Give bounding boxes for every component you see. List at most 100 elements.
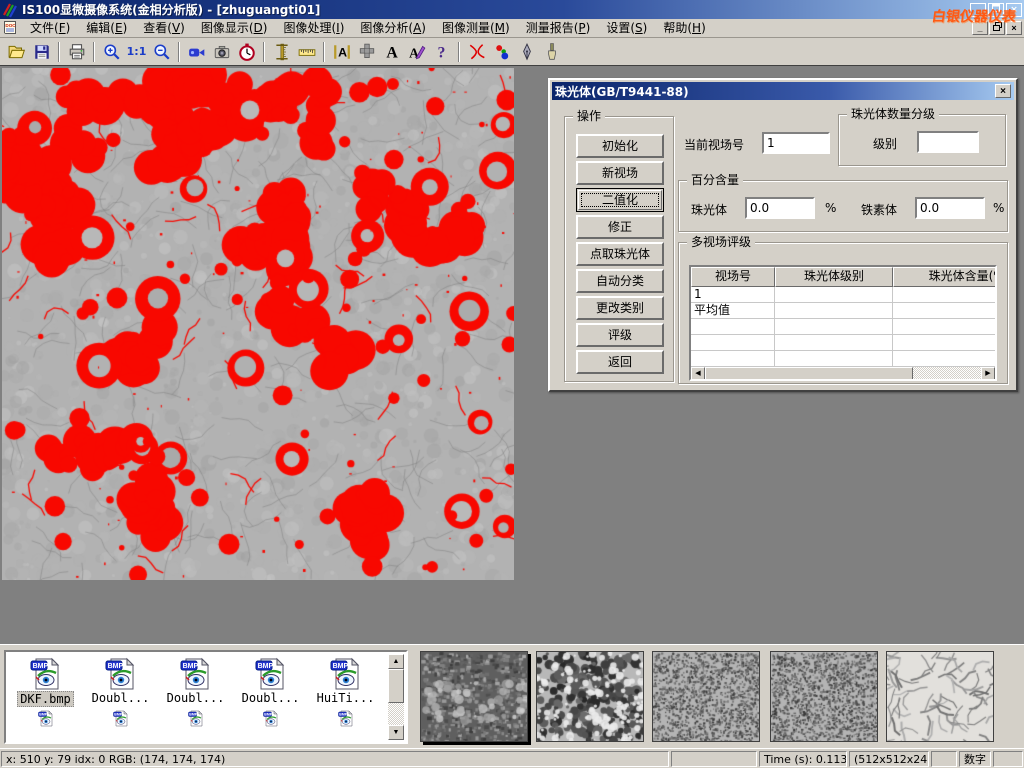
file-item[interactable]: BMP [233, 707, 308, 727]
table-cell: 0.0 [893, 287, 997, 303]
phase-particles-icon[interactable] [489, 40, 514, 64]
text-label-icon[interactable]: A [379, 40, 404, 64]
dialog-button-6[interactable]: 自动分类 [576, 269, 664, 293]
svg-text:BMP: BMP [182, 663, 198, 670]
file-item[interactable]: BMP [83, 707, 158, 727]
pearlite-percent-input[interactable] [745, 197, 815, 219]
dialog-button-8[interactable]: 评级 [576, 323, 664, 347]
mdi-restore-button[interactable] [989, 21, 1005, 35]
svg-text:BMP: BMP [39, 713, 47, 717]
image-thumbnail[interactable] [536, 651, 644, 742]
actual-size-icon[interactable]: 1:1 [124, 40, 149, 64]
file-item[interactable]: BMP [308, 707, 383, 727]
minimize-button[interactable]: _ [970, 3, 986, 17]
zoom-out-icon[interactable] [149, 40, 174, 64]
dialog-button-7[interactable]: 更改类别 [576, 296, 664, 320]
image-grid-icon[interactable] [354, 40, 379, 64]
table-row[interactable] [691, 351, 995, 367]
vscroll-thumb[interactable] [388, 669, 404, 703]
table-cell: 平均值 [691, 303, 775, 319]
table-hscrollbar[interactable]: ◀ ▶ [691, 367, 995, 381]
rating-table-header: 视场号珠光体级别珠光体含量(%)铁素体含量(%) [691, 267, 995, 287]
measure-text-icon[interactable]: A [329, 40, 354, 64]
scroll-up-icon[interactable]: ▲ [388, 654, 404, 669]
pearlite-unit: % [825, 201, 836, 215]
dialog-title-bar[interactable]: 珠光体(GB/T9441-88) × [552, 82, 1014, 100]
file-item[interactable]: BMPDKF.bmp [8, 654, 83, 707]
ferrite-percent-input[interactable] [915, 197, 985, 219]
video-camera-icon[interactable] [184, 40, 209, 64]
menu-item[interactable]: 编辑(E) [78, 19, 135, 37]
mdi-minimize-button[interactable]: _ [972, 21, 988, 35]
file-item[interactable]: BMP Doubl... [158, 654, 233, 707]
table-row[interactable]: 平均值 0.0 [691, 303, 995, 319]
file-item[interactable]: BMPDoubl... [83, 654, 158, 707]
dialog-button-2[interactable]: 新视场 [576, 161, 664, 185]
dialog-button-1[interactable]: 初始化 [576, 134, 664, 158]
help-icon[interactable]: ? [429, 40, 454, 64]
close-button[interactable]: × [1006, 3, 1022, 17]
table-row[interactable] [691, 319, 995, 335]
svg-text:A: A [386, 44, 398, 60]
menu-item[interactable]: 图像显示(D) [193, 19, 276, 37]
zoom-in-icon[interactable] [99, 40, 124, 64]
caliper-icon[interactable] [269, 40, 294, 64]
dialog-button-5[interactable]: 点取珠光体 [576, 242, 664, 266]
rating-table: 视场号珠光体级别珠光体含量(%)铁素体含量(%) 10.0平均值 0.0 ◀ ▶ [689, 265, 997, 381]
menu-item[interactable]: 设置(S) [598, 19, 655, 37]
file-item[interactable]: BMP [8, 707, 83, 727]
menu-item[interactable]: 测量报告(P) [518, 19, 599, 37]
scroll-right-icon[interactable]: ▶ [981, 367, 995, 381]
file-list-vscrollbar[interactable]: ▲ ▼ [388, 654, 404, 740]
table-header-cell[interactable]: 视场号 [691, 267, 775, 287]
menu-item[interactable]: 图像处理(I) [275, 19, 352, 37]
timer-icon[interactable] [234, 40, 259, 64]
status-segment: 数字 [959, 751, 991, 767]
grade-level-input[interactable] [917, 131, 979, 153]
app-logo-icon [2, 2, 18, 18]
file-item[interactable]: BMPHuiTi... [308, 654, 383, 707]
maximize-button[interactable] [988, 3, 1004, 17]
ruler-icon[interactable] [294, 40, 319, 64]
dialog-close-button[interactable]: × [995, 84, 1011, 98]
current-view-input[interactable] [762, 132, 830, 154]
menu-item[interactable]: 帮助(H) [655, 19, 713, 37]
table-row[interactable] [691, 335, 995, 351]
file-name: Doubl... [165, 691, 227, 705]
print-icon[interactable] [64, 40, 89, 64]
curve-measure-icon[interactable] [464, 40, 489, 64]
hscroll-track[interactable] [913, 367, 981, 381]
table-row[interactable]: 10.0 [691, 287, 995, 303]
menu-item[interactable]: 图像分析(A) [352, 19, 434, 37]
open-file-icon[interactable] [4, 40, 29, 64]
save-icon[interactable] [29, 40, 54, 64]
table-header-cell[interactable]: 珠光体级别 [775, 267, 893, 287]
table-cell: 0.0 [893, 303, 997, 319]
table-header-cell[interactable]: 珠光体含量(%) [893, 267, 997, 287]
image-thumbnail[interactable] [770, 651, 878, 742]
fill-brush-icon[interactable] [539, 40, 564, 64]
dialog-button-9[interactable]: 返回 [576, 350, 664, 374]
dialog-button-3[interactable]: 二值化 [576, 188, 664, 212]
hscroll-thumb[interactable] [705, 367, 913, 381]
status-segment: x: 510 y: 79 idx: 0 RGB: (174, 174, 174) [1, 751, 669, 767]
menu-item[interactable]: 查看(V) [135, 19, 193, 37]
menu-item[interactable]: 图像测量(M) [434, 19, 518, 37]
dialog-button-4[interactable]: 修正 [576, 215, 664, 239]
svg-text:BMP: BMP [257, 663, 273, 670]
annotate-icon[interactable]: A [404, 40, 429, 64]
image-thumbnail[interactable] [652, 651, 760, 742]
mdi-close-button[interactable]: × [1006, 21, 1022, 35]
scroll-down-icon[interactable]: ▼ [388, 725, 404, 740]
micrograph-image[interactable] [2, 68, 514, 580]
file-item[interactable]: BMP [158, 707, 233, 727]
file-item[interactable]: BMPDoubl... [233, 654, 308, 707]
draw-pen-icon[interactable] [514, 40, 539, 64]
vscroll-track[interactable] [388, 703, 404, 725]
toolbar-separator [93, 42, 95, 62]
scroll-left-icon[interactable]: ◀ [691, 367, 705, 381]
image-thumbnail[interactable] [420, 651, 528, 742]
image-thumbnail[interactable] [886, 651, 994, 742]
menu-item[interactable]: 文件(F) [22, 19, 78, 37]
capture-camera-icon[interactable] [209, 40, 234, 64]
